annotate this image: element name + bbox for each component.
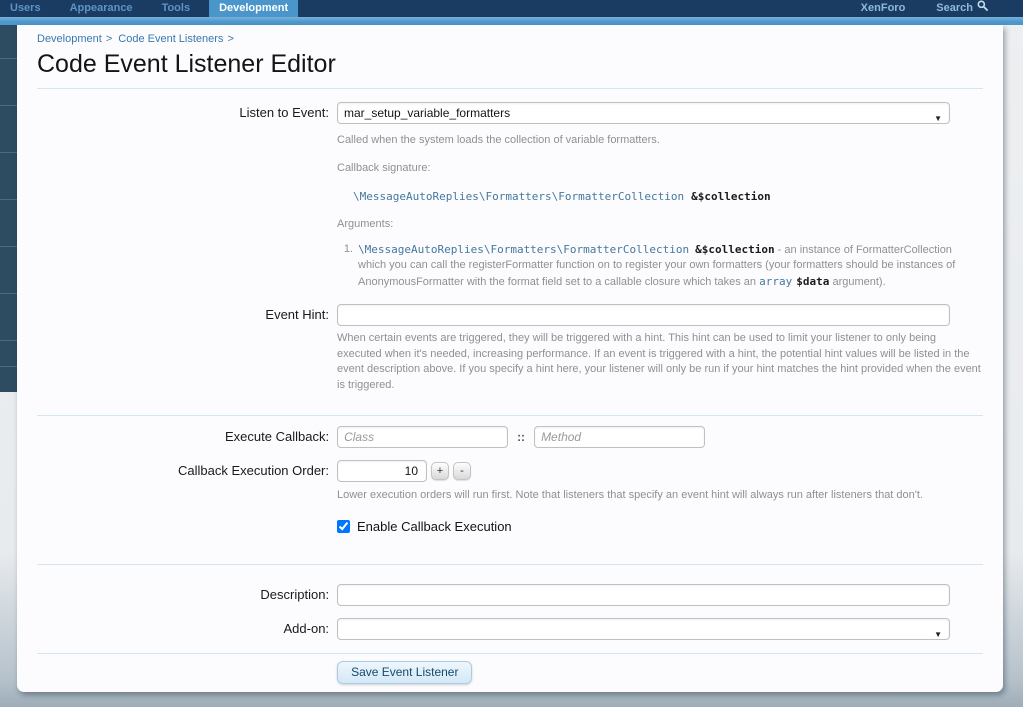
description-input[interactable] <box>337 584 950 606</box>
listen-to-event-select[interactable]: mar_setup_variable_formatters ▼ <box>337 102 950 124</box>
decrement-button[interactable]: - <box>453 462 471 480</box>
argument-list-item: 1. \MessageAutoReplies\Formatters\Format… <box>337 242 983 291</box>
event-hint-row: Event Hint: When certain events are trig… <box>37 304 983 393</box>
signature-class: \MessageAutoReplies\Formatters\Formatter… <box>353 190 684 203</box>
page-title: Code Event Listener Editor <box>37 50 983 79</box>
addon-select[interactable]: ▼ <box>337 618 950 640</box>
execution-order-label: Callback Execution Order: <box>37 460 337 478</box>
execution-order-explain: Lower execution orders will run first. N… <box>337 488 983 504</box>
argument-code-data: $data <box>796 275 829 288</box>
argument-number: 1. <box>337 242 353 291</box>
enable-callback-row: Enable Callback Execution <box>337 519 983 534</box>
sidebar-rail[interactable] <box>0 25 17 392</box>
description-row: Description: <box>37 584 983 606</box>
breadcrumb-separator: > <box>106 33 112 45</box>
event-hint-label: Event Hint: <box>37 304 337 322</box>
save-event-listener-button[interactable]: Save Event Listener <box>337 661 472 684</box>
navbar-accent-strip <box>0 17 1023 25</box>
sidebar-divider <box>0 58 17 59</box>
sidebar-divider <box>0 246 17 247</box>
title-divider <box>37 88 983 89</box>
enable-callback-checkbox[interactable] <box>337 520 350 533</box>
sidebar-divider <box>0 152 17 153</box>
search-label: Search <box>936 0 973 17</box>
listen-to-event-value: mar_setup_variable_formatters <box>344 106 510 120</box>
addon-label: Add-on: <box>37 618 337 636</box>
nav-link-xenforo[interactable]: XenForo <box>857 0 910 17</box>
event-hint-explain: When certain events are triggered, they … <box>337 331 983 393</box>
navbar-spacer <box>307 0 834 17</box>
event-description: Called when the system loads the collect… <box>337 133 983 290</box>
breadcrumb-development[interactable]: Development <box>37 33 102 45</box>
argument-text-end: argument). <box>829 276 885 288</box>
chevron-down-icon: ▼ <box>934 625 942 645</box>
increment-button[interactable]: + <box>431 462 449 480</box>
callback-signature-label: Callback signature: <box>337 161 983 177</box>
callback-separator: :: <box>517 430 525 448</box>
callback-method-input[interactable] <box>534 426 705 448</box>
sidebar-divider <box>0 105 17 106</box>
section-divider <box>37 653 983 654</box>
nav-tab-users[interactable]: Users <box>0 0 51 17</box>
argument-arg: &$collection <box>695 243 774 256</box>
event-hint-input[interactable] <box>337 304 950 326</box>
save-row-spacer <box>37 661 337 664</box>
sidebar-divider <box>0 340 17 341</box>
sidebar-divider <box>0 293 17 294</box>
content-panel: Development > Code Event Listeners > Code E… <box>17 25 1003 692</box>
execute-callback-row: Execute Callback: :: <box>37 426 983 448</box>
argument-class: \MessageAutoReplies\Formatters\Formatter… <box>358 243 689 256</box>
breadcrumb: Development > Code Event Listeners > <box>37 33 983 45</box>
sidebar-divider <box>0 366 17 367</box>
event-summary: Called when the system loads the collect… <box>337 133 983 149</box>
argument-code-array: array <box>759 275 792 288</box>
nav-tab-development[interactable]: Development <box>209 0 298 17</box>
nav-tab-appearance[interactable]: Appearance <box>60 0 143 17</box>
breadcrumb-separator: > <box>227 33 233 45</box>
section-divider <box>37 415 983 416</box>
search-icon <box>977 0 988 17</box>
nav-tab-tools[interactable]: Tools <box>152 0 201 17</box>
sidebar-divider <box>0 199 17 200</box>
top-navbar: Users Appearance Tools Development XenFo… <box>0 0 1023 17</box>
addon-row: Add-on: ▼ <box>37 618 983 640</box>
listen-to-event-row: Listen to Event: mar_setup_variable_form… <box>37 102 983 290</box>
execution-order-row: Callback Execution Order: + - Lower exec… <box>37 460 983 534</box>
chevron-down-icon: ▼ <box>934 109 942 129</box>
breadcrumb-code-event-listeners[interactable]: Code Event Listeners <box>118 33 223 45</box>
execute-callback-label: Execute Callback: <box>37 426 337 444</box>
nav-link-search[interactable]: Search <box>932 0 992 17</box>
callback-class-input[interactable] <box>337 426 508 448</box>
arguments-label: Arguments: <box>337 217 983 233</box>
signature-arg: &$collection <box>691 190 770 203</box>
execution-order-input[interactable] <box>337 460 427 482</box>
listen-to-event-label: Listen to Event: <box>37 102 337 120</box>
description-label: Description: <box>37 584 337 602</box>
callback-signature-code: \MessageAutoReplies\Formatters\Formatter… <box>353 187 983 205</box>
save-row: Save Event Listener <box>37 661 983 684</box>
enable-callback-label[interactable]: Enable Callback Execution <box>357 519 512 534</box>
section-divider <box>37 564 983 565</box>
